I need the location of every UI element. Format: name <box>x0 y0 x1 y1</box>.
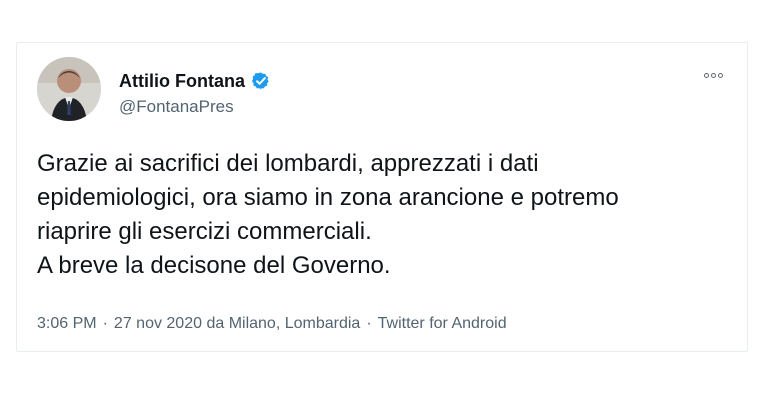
tweet-header: Attilio Fontana @FontanaPres <box>37 57 727 123</box>
tweet-source[interactable]: Twitter for Android <box>378 315 507 333</box>
name-row: Attilio Fontana <box>119 69 271 93</box>
tweet-text: Grazie ai sacrifici dei lombardi, apprez… <box>37 150 619 279</box>
author-handle[interactable]: @FontanaPres <box>119 97 271 117</box>
tweet-date-location[interactable]: 27 nov 2020 da Milano, Lombardia <box>114 315 360 333</box>
avatar-image <box>37 57 101 121</box>
tweet-time[interactable]: 3:06 PM <box>37 315 97 333</box>
metadata-separator: · <box>102 315 108 332</box>
more-dot-icon <box>710 72 716 78</box>
author-name[interactable]: Attilio Fontana <box>119 71 245 92</box>
more-options-icon[interactable] <box>699 65 727 85</box>
metadata-separator: · <box>366 315 372 332</box>
more-dot-icon <box>717 72 723 78</box>
more-dot-icon <box>703 72 709 78</box>
verified-badge-icon <box>251 71 271 91</box>
avatar[interactable] <box>37 57 101 121</box>
author-identity: Attilio Fontana @FontanaPres <box>119 69 271 117</box>
tweet-card: Attilio Fontana @FontanaPres Grazie ai s… <box>16 42 748 352</box>
tweet-metadata: 3:06 PM · 27 nov 2020 da Milano, Lombard… <box>37 315 507 333</box>
